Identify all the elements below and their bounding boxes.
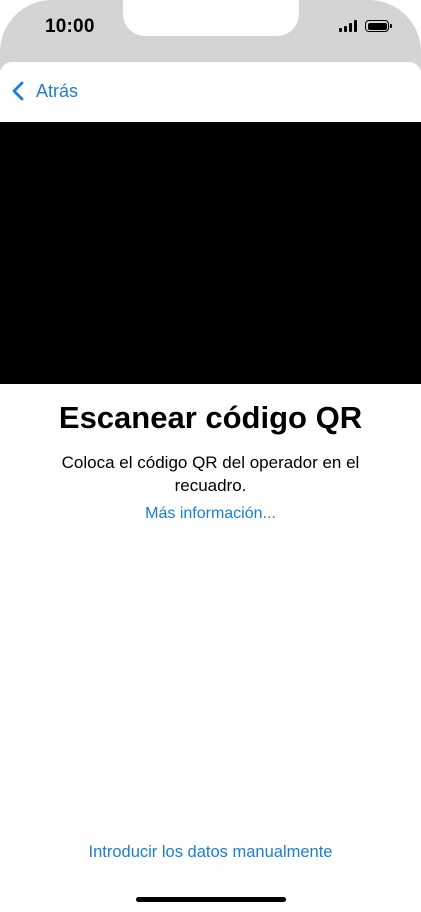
- cellular-signal-icon: [339, 20, 357, 32]
- manual-entry-link[interactable]: Introducir los datos manualmente: [0, 843, 421, 862]
- page-title: Escanear código QR: [58, 400, 363, 435]
- qr-scan-sheet: Atrás Escanear código QR Coloca el códig…: [0, 62, 421, 912]
- camera-viewfinder: [0, 122, 421, 384]
- more-info-link[interactable]: Más información...: [0, 505, 421, 523]
- instruction-text: Coloca el código QR del operador en el r…: [61, 453, 360, 495]
- notch: [123, 0, 299, 36]
- phone-screen: 10:00 Atrás Escanear código QR Coloca el…: [0, 0, 421, 912]
- chevron-left-icon: [8, 79, 30, 103]
- home-indicator[interactable]: [136, 897, 286, 902]
- battery-icon: [365, 20, 392, 32]
- status-time: 10:00: [45, 16, 95, 37]
- back-label: Atrás: [36, 80, 79, 101]
- status-icons: [339, 20, 392, 32]
- back-button[interactable]: Atrás: [8, 79, 78, 103]
- status-bar: 10:00: [0, 0, 421, 70]
